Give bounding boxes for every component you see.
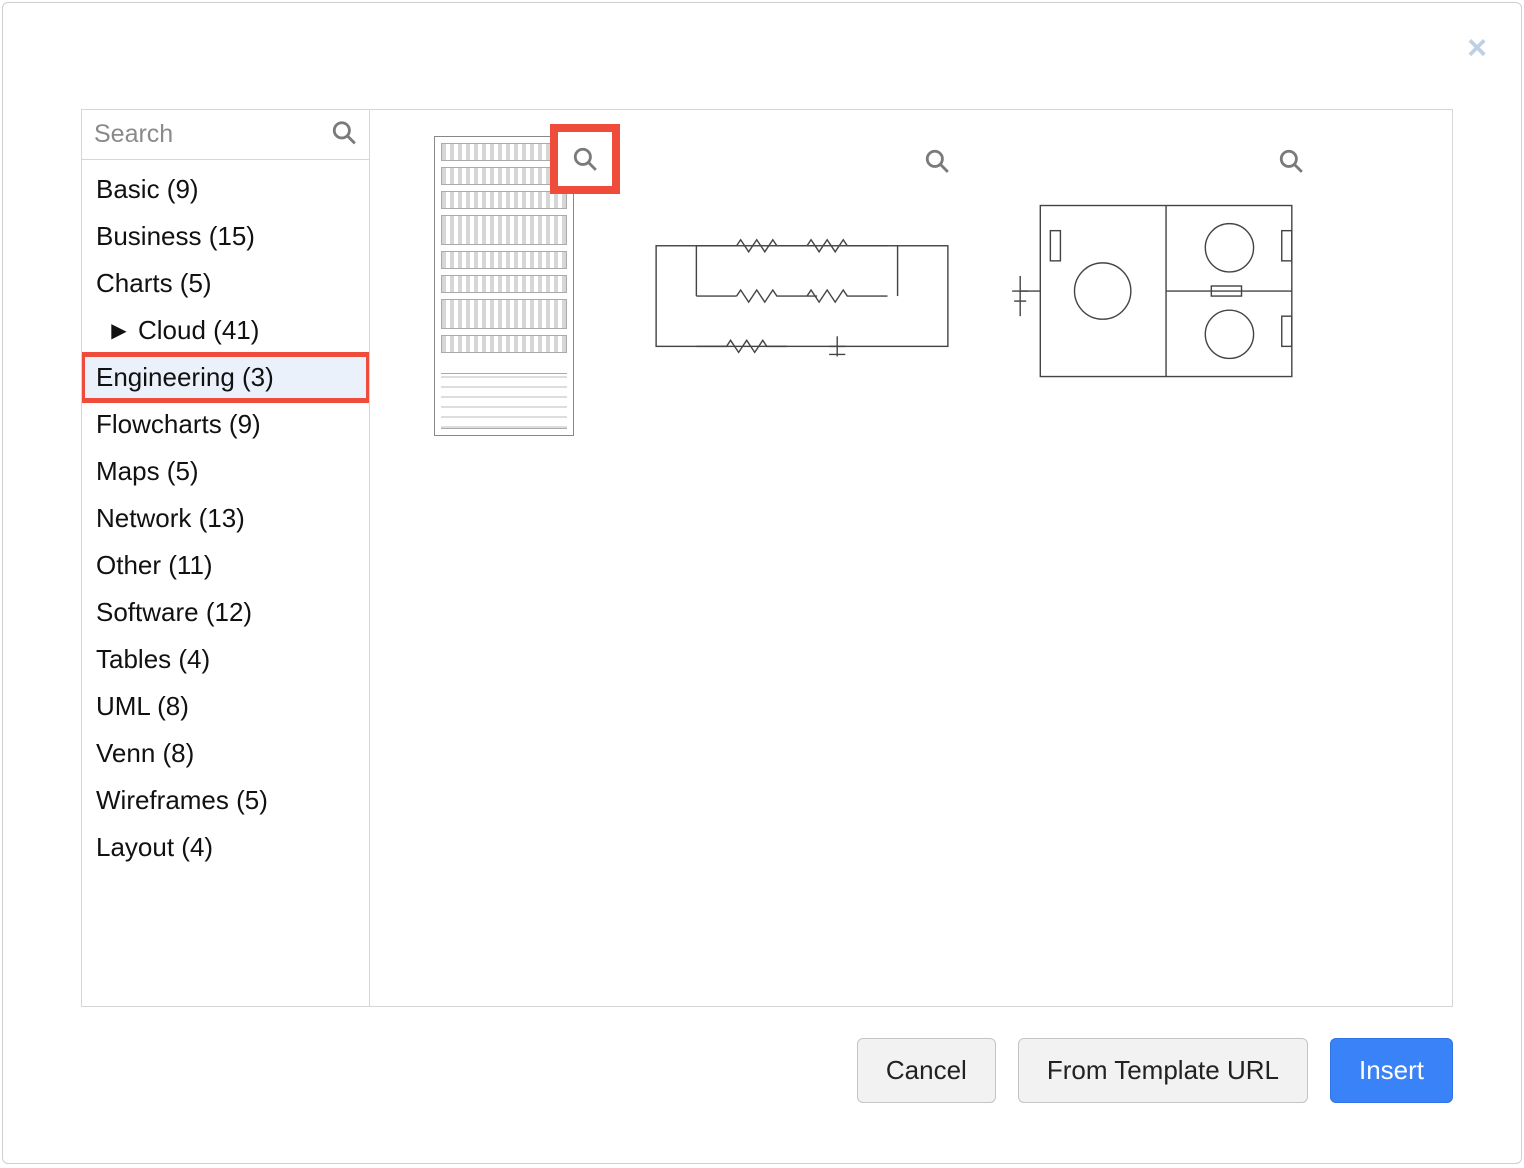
template-dialog: × Basic (9) Business (15) Charts (5): [2, 2, 1522, 1164]
category-label: Other (11): [96, 550, 213, 581]
sidebar: Basic (9) Business (15) Charts (5) ▶ Clo…: [82, 110, 370, 1006]
category-software[interactable]: Software (12): [82, 589, 369, 636]
magnify-icon[interactable]: [924, 148, 950, 179]
insert-button[interactable]: Insert: [1330, 1038, 1453, 1103]
category-maps[interactable]: Maps (5): [82, 448, 369, 495]
category-layout[interactable]: Layout (4): [82, 824, 369, 871]
category-label: Tables (4): [96, 644, 210, 675]
category-cloud[interactable]: ▶ Cloud (41): [82, 307, 369, 354]
from-template-url-button[interactable]: From Template URL: [1018, 1038, 1308, 1103]
search-field[interactable]: [82, 110, 369, 160]
category-uml[interactable]: UML (8): [82, 683, 369, 730]
category-label: Engineering (3): [96, 362, 274, 393]
cancel-button[interactable]: Cancel: [857, 1038, 996, 1103]
category-wireframes[interactable]: Wireframes (5): [82, 777, 369, 824]
category-label: Network (13): [96, 503, 245, 534]
template-thumbnail: [990, 130, 1322, 442]
search-input[interactable]: [82, 110, 369, 159]
template-thumbnail: [636, 130, 968, 442]
template-mesh-circuit[interactable]: [990, 130, 1322, 442]
category-label: Wireframes (5): [96, 785, 268, 816]
category-network[interactable]: Network (13): [82, 495, 369, 542]
template-gallery: [370, 110, 1452, 1006]
dialog-buttons: Cancel From Template URL Insert: [857, 1038, 1453, 1103]
category-venn[interactable]: Venn (8): [82, 730, 369, 777]
magnify-icon[interactable]: [1278, 148, 1304, 179]
category-basic[interactable]: Basic (9): [82, 166, 369, 213]
category-label: Venn (8): [96, 738, 194, 769]
dialog-body: Basic (9) Business (15) Charts (5) ▶ Clo…: [81, 109, 1453, 1007]
category-label: Cloud (41): [138, 315, 259, 346]
category-business[interactable]: Business (15): [82, 213, 369, 260]
category-label: Flowcharts (9): [96, 409, 261, 440]
magnify-icon[interactable]: [550, 124, 620, 194]
category-label: Charts (5): [96, 268, 212, 299]
template-resistor-network[interactable]: [636, 130, 968, 442]
close-icon[interactable]: ×: [1467, 31, 1487, 65]
expand-icon[interactable]: ▶: [110, 318, 128, 343]
category-label: Maps (5): [96, 456, 199, 487]
category-label: Business (15): [96, 221, 255, 252]
category-label: Layout (4): [96, 832, 213, 863]
category-engineering[interactable]: Engineering (3): [82, 354, 369, 401]
category-charts[interactable]: Charts (5): [82, 260, 369, 307]
category-label: UML (8): [96, 691, 189, 722]
category-list: Basic (9) Business (15) Charts (5) ▶ Clo…: [82, 160, 369, 881]
category-label: Software (12): [96, 597, 252, 628]
category-flowcharts[interactable]: Flowcharts (9): [82, 401, 369, 448]
category-other[interactable]: Other (11): [82, 542, 369, 589]
category-label: Basic (9): [96, 174, 199, 205]
template-electrical-cabinet[interactable]: [394, 130, 614, 442]
category-tables[interactable]: Tables (4): [82, 636, 369, 683]
